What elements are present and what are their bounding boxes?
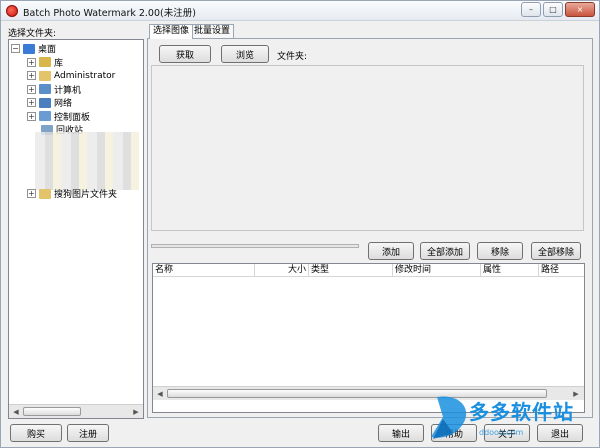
get-button[interactable]: 获取 (159, 45, 211, 63)
column-attributes[interactable]: 属性 (481, 264, 539, 276)
folder-path-label: 文件夹: (277, 52, 308, 62)
tree-expander[interactable]: + (27, 57, 36, 67)
computer-icon (39, 84, 51, 94)
control-panel-icon (39, 111, 51, 121)
folder-chooser-label: 选择文件夹: (8, 29, 57, 39)
tree-expander[interactable]: + (27, 111, 36, 121)
watermark-text: 多多软件站 (469, 400, 574, 424)
browse-button[interactable]: 浏览 (221, 45, 269, 63)
tree-item-label: 搜狗图片文件夹 (54, 190, 118, 200)
folder-tree[interactable]: − 桌面 + 库 + Administrator + 计算机 + 网络 + 控制面板 回收站 + 搜狗图… (8, 39, 144, 419)
network-icon (39, 97, 51, 108)
tree-item-label: 网络 (54, 99, 73, 109)
export-button[interactable]: 输出 (378, 424, 424, 442)
remove-all-button[interactable]: 全部移除 (531, 242, 581, 260)
column-type[interactable]: 类型 (309, 264, 393, 276)
progress-bar (151, 244, 359, 248)
tree-item[interactable]: + 网络 (27, 96, 72, 109)
buy-button[interactable]: 购买 (10, 424, 62, 442)
tree-expander[interactable]: + (27, 189, 36, 198)
add-button[interactable]: 添加 (368, 242, 414, 260)
app-window: Batch Photo Watermark 2.00(未注册) – □ × 选择… (0, 0, 600, 448)
watermark-subtext: ddooo.com (479, 428, 524, 437)
tree-item-sogou-folder[interactable]: + 搜狗图片文件夹 (27, 187, 117, 200)
column-name[interactable]: 名称 (153, 264, 255, 276)
scroll-right-icon[interactable]: ▶ (131, 407, 141, 417)
folder-icon (39, 188, 51, 199)
tree-item-label: 计算机 (54, 85, 82, 96)
tree-expander[interactable]: − (11, 44, 20, 53)
tab-batch-settings[interactable]: 批量设置 (190, 24, 235, 38)
tree-item[interactable]: + Administrator (27, 69, 115, 82)
tree-item-label: 桌面 (38, 45, 57, 55)
blurred-region (35, 132, 139, 190)
title-bar: Batch Photo Watermark 2.00(未注册) – □ × (1, 1, 599, 21)
desktop-icon (23, 43, 35, 54)
tree-item-label: 库 (54, 58, 64, 69)
scroll-left-icon[interactable]: ◀ (11, 407, 21, 417)
user-folder-icon (39, 70, 51, 81)
tree-item[interactable]: − 桌面 (11, 42, 56, 55)
remove-button[interactable]: 移除 (477, 242, 523, 260)
close-button[interactable]: × (565, 2, 595, 17)
tree-item[interactable]: + 库 (27, 56, 63, 69)
tree-horizontal-scrollbar[interactable]: ◀ ▶ (9, 404, 143, 418)
register-button[interactable]: 注册 (67, 424, 109, 442)
app-logo-icon (6, 5, 18, 17)
minimize-button[interactable]: – (521, 2, 541, 17)
file-list-header: 名称 大小 类型 修改时间 属性 路径 (153, 264, 584, 277)
tree-expander[interactable]: + (27, 98, 36, 107)
image-preview-area (151, 65, 584, 231)
maximize-button[interactable]: □ (543, 2, 563, 17)
tree-item[interactable]: + 控制面板 (27, 110, 90, 123)
tree-item-label: Administrator (54, 70, 116, 81)
tab-select-images[interactable]: 选择图像 (149, 24, 194, 39)
tree-item[interactable]: + 计算机 (27, 83, 81, 96)
column-modified[interactable]: 修改时间 (393, 264, 481, 276)
tree-item-label: 控制面板 (54, 112, 91, 123)
column-size[interactable]: 大小 (255, 264, 309, 276)
tree-expander[interactable]: + (27, 71, 36, 80)
window-title: Batch Photo Watermark 2.00(未注册) (23, 8, 196, 19)
tree-expander[interactable]: + (27, 84, 36, 94)
add-all-button[interactable]: 全部添加 (420, 242, 470, 260)
column-path[interactable]: 路径 (539, 264, 584, 276)
library-icon (39, 57, 51, 67)
scroll-thumb[interactable] (23, 407, 81, 416)
scroll-left-icon[interactable]: ◀ (155, 389, 165, 399)
